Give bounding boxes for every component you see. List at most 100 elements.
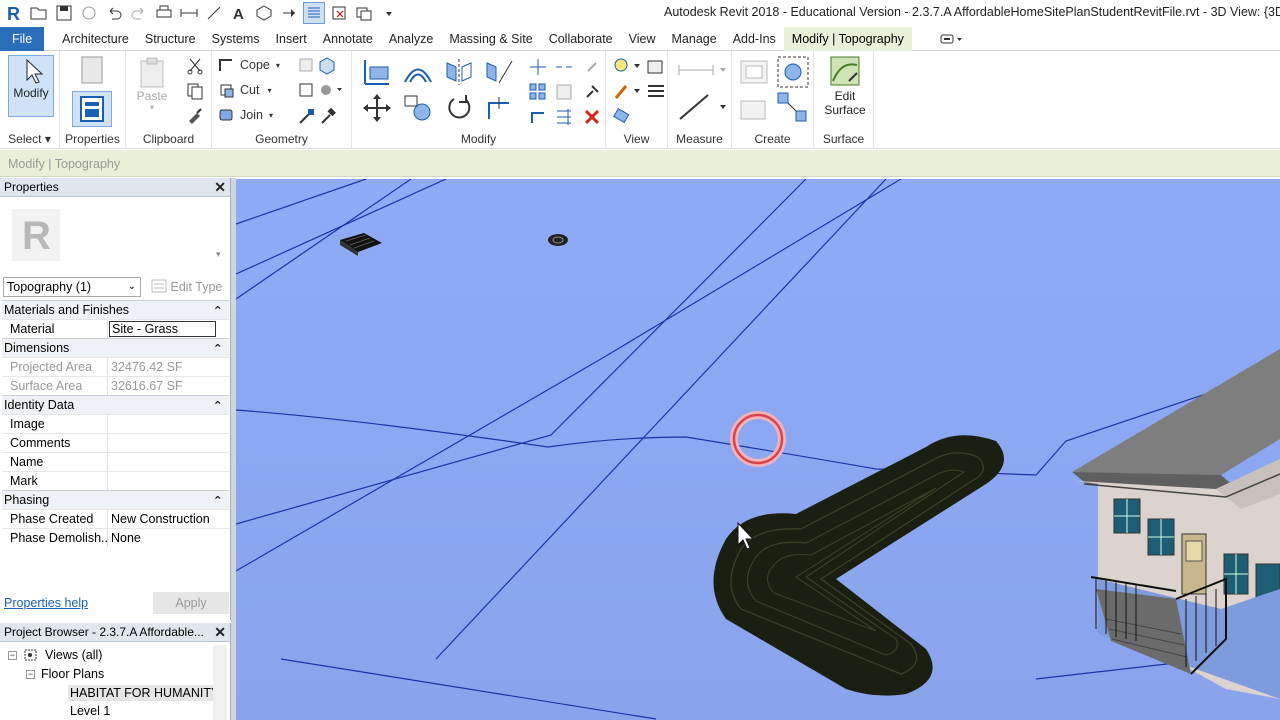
property-row-phase-created[interactable]: Phase Created New Construction <box>2 509 229 528</box>
offset-icon[interactable] <box>402 57 434 90</box>
trim-extend-icon[interactable] <box>484 93 514 126</box>
modify-button[interactable]: Modify <box>8 55 54 117</box>
redo-icon[interactable] <box>128 2 150 24</box>
section-icon[interactable] <box>278 2 300 24</box>
tab-systems[interactable]: Systems <box>204 27 268 51</box>
move-icon[interactable] <box>362 93 392 126</box>
vertical-scrollbar[interactable] <box>213 645 227 720</box>
join-roof-icon[interactable] <box>298 82 314 101</box>
cut-geometry-button[interactable]: Cut ▾ <box>218 82 271 98</box>
type-properties-icon[interactable] <box>78 55 108 88</box>
tab-annotate[interactable]: Annotate <box>315 27 381 51</box>
property-row-image[interactable]: Image <box>2 414 229 433</box>
eraser-icon[interactable] <box>612 107 632 128</box>
property-row-comments[interactable]: Comments <box>2 433 229 452</box>
create-similar-icon[interactable] <box>776 91 810 128</box>
copy-element-icon[interactable] <box>402 93 434 126</box>
customize-qat-icon[interactable] <box>378 2 400 24</box>
print-icon[interactable] <box>153 2 175 24</box>
sync-icon[interactable] <box>78 2 100 24</box>
override-graphics-icon[interactable] <box>646 57 666 78</box>
property-value[interactable] <box>108 472 229 490</box>
property-row-name[interactable]: Name <box>2 452 229 471</box>
instance-type-dropdown[interactable]: Topography (1) ⌄ <box>3 277 141 297</box>
align-icon[interactable] <box>362 57 392 90</box>
mirror-pick-axis-icon[interactable] <box>444 57 474 90</box>
rotate-icon[interactable] <box>444 93 474 126</box>
trim-multiple-icon[interactable] <box>554 107 574 130</box>
properties-icon[interactable] <box>72 91 112 127</box>
site-component-drain[interactable] <box>548 234 568 246</box>
measure-icon[interactable] <box>178 2 200 24</box>
tree-item-floor-plans[interactable]: − Floor Plans <box>26 667 104 681</box>
tree-item-level-1[interactable]: Level 1 <box>70 704 110 718</box>
3d-view-icon[interactable] <box>253 2 275 24</box>
ribbon-minimize-icon[interactable] <box>940 33 964 45</box>
property-value[interactable]: None <box>108 529 229 547</box>
delete-icon[interactable] <box>582 107 602 130</box>
text-icon[interactable]: A <box>228 2 250 24</box>
mirror-draw-axis-icon[interactable] <box>484 57 514 90</box>
revit-logo-icon[interactable]: R <box>3 2 25 24</box>
hammer-icon[interactable] <box>318 107 336 128</box>
split-face-icon[interactable] <box>318 57 336 78</box>
match-type-icon[interactable] <box>186 106 204 127</box>
cut-icon[interactable] <box>186 57 204 78</box>
save-icon[interactable] <box>53 2 75 24</box>
tab-collaborate[interactable]: Collaborate <box>541 27 621 51</box>
paste-button[interactable]: Paste ▾ <box>136 57 168 112</box>
property-value[interactable] <box>108 434 229 452</box>
scale-icon[interactable] <box>554 82 574 105</box>
tab-analyze[interactable]: Analyze <box>381 27 441 51</box>
tab-file[interactable]: File <box>0 26 45 51</box>
group-dimensions[interactable]: Dimensions ⌃ <box>2 338 229 357</box>
group-identity-data[interactable]: Identity Data ⌃ <box>2 395 229 414</box>
close-hidden-windows-icon[interactable] <box>328 2 350 24</box>
aligned-dimension-icon[interactable] <box>203 2 225 24</box>
collapse-toggle-icon[interactable]: − <box>8 650 17 660</box>
edit-type-button[interactable]: Edit Type <box>148 277 225 297</box>
undo-icon[interactable] <box>103 2 125 24</box>
trim-single-icon[interactable] <box>528 107 548 130</box>
tab-modify-topography[interactable]: Modify | Topography <box>783 26 912 51</box>
dimension-icon[interactable] <box>676 91 728 126</box>
property-row-phase-demolished[interactable]: Phase Demolish... None <box>2 528 229 547</box>
cope-button[interactable]: Cope ▾ <box>218 57 280 73</box>
split-gap-icon[interactable] <box>554 57 574 80</box>
split-icon[interactable] <box>528 57 548 80</box>
collapse-icon[interactable]: ⌃ <box>213 341 223 356</box>
unpin-icon[interactable] <box>582 57 602 80</box>
tab-add-ins[interactable]: Add-Ins <box>725 27 784 51</box>
create-assembly-icon[interactable] <box>738 57 772 90</box>
tab-massing-site[interactable]: Massing & Site <box>441 27 540 51</box>
property-value[interactable] <box>108 415 229 433</box>
wall-joins-icon[interactable] <box>298 57 314 76</box>
join-button[interactable]: Join ▾ <box>218 107 273 123</box>
tab-insert[interactable]: Insert <box>268 27 315 51</box>
group-materials-and-finishes[interactable]: Materials and Finishes ⌃ <box>2 300 229 319</box>
tab-manage[interactable]: Manage <box>664 27 725 51</box>
close-icon[interactable]: ✕ <box>214 624 226 641</box>
open-icon[interactable] <box>28 2 50 24</box>
property-value[interactable] <box>108 453 229 471</box>
collapse-icon[interactable]: ⌃ <box>213 398 223 413</box>
collapse-icon[interactable]: ⌃ <box>213 303 223 318</box>
project-browser-header[interactable]: Project Browser - 2.3.7.A Affordable... … <box>0 623 230 642</box>
demolish-icon[interactable] <box>298 107 316 128</box>
property-value-material[interactable]: Site - Grass <box>109 321 216 337</box>
tab-structure[interactable]: Structure <box>137 27 204 51</box>
tab-architecture[interactable]: Architecture <box>54 27 137 51</box>
create-group-icon[interactable] <box>776 55 810 92</box>
copy-icon[interactable] <box>186 82 204 103</box>
select-dropdown[interactable]: Select ▾ <box>0 132 59 146</box>
thin-lines-icon[interactable] <box>303 2 325 24</box>
edit-surface-button[interactable]: Edit Surface <box>822 55 868 117</box>
collapse-icon[interactable]: ⌃ <box>213 493 223 508</box>
close-icon[interactable]: ✕ <box>214 179 226 196</box>
tree-item-views-all[interactable]: − Views (all) <box>8 648 102 662</box>
paint-brush-icon[interactable] <box>612 82 642 103</box>
properties-header[interactable]: Properties ✕ <box>0 178 230 197</box>
collapse-toggle-icon[interactable]: − <box>26 669 35 679</box>
apply-button[interactable]: Apply <box>153 592 229 614</box>
pin-icon[interactable] <box>582 82 602 105</box>
